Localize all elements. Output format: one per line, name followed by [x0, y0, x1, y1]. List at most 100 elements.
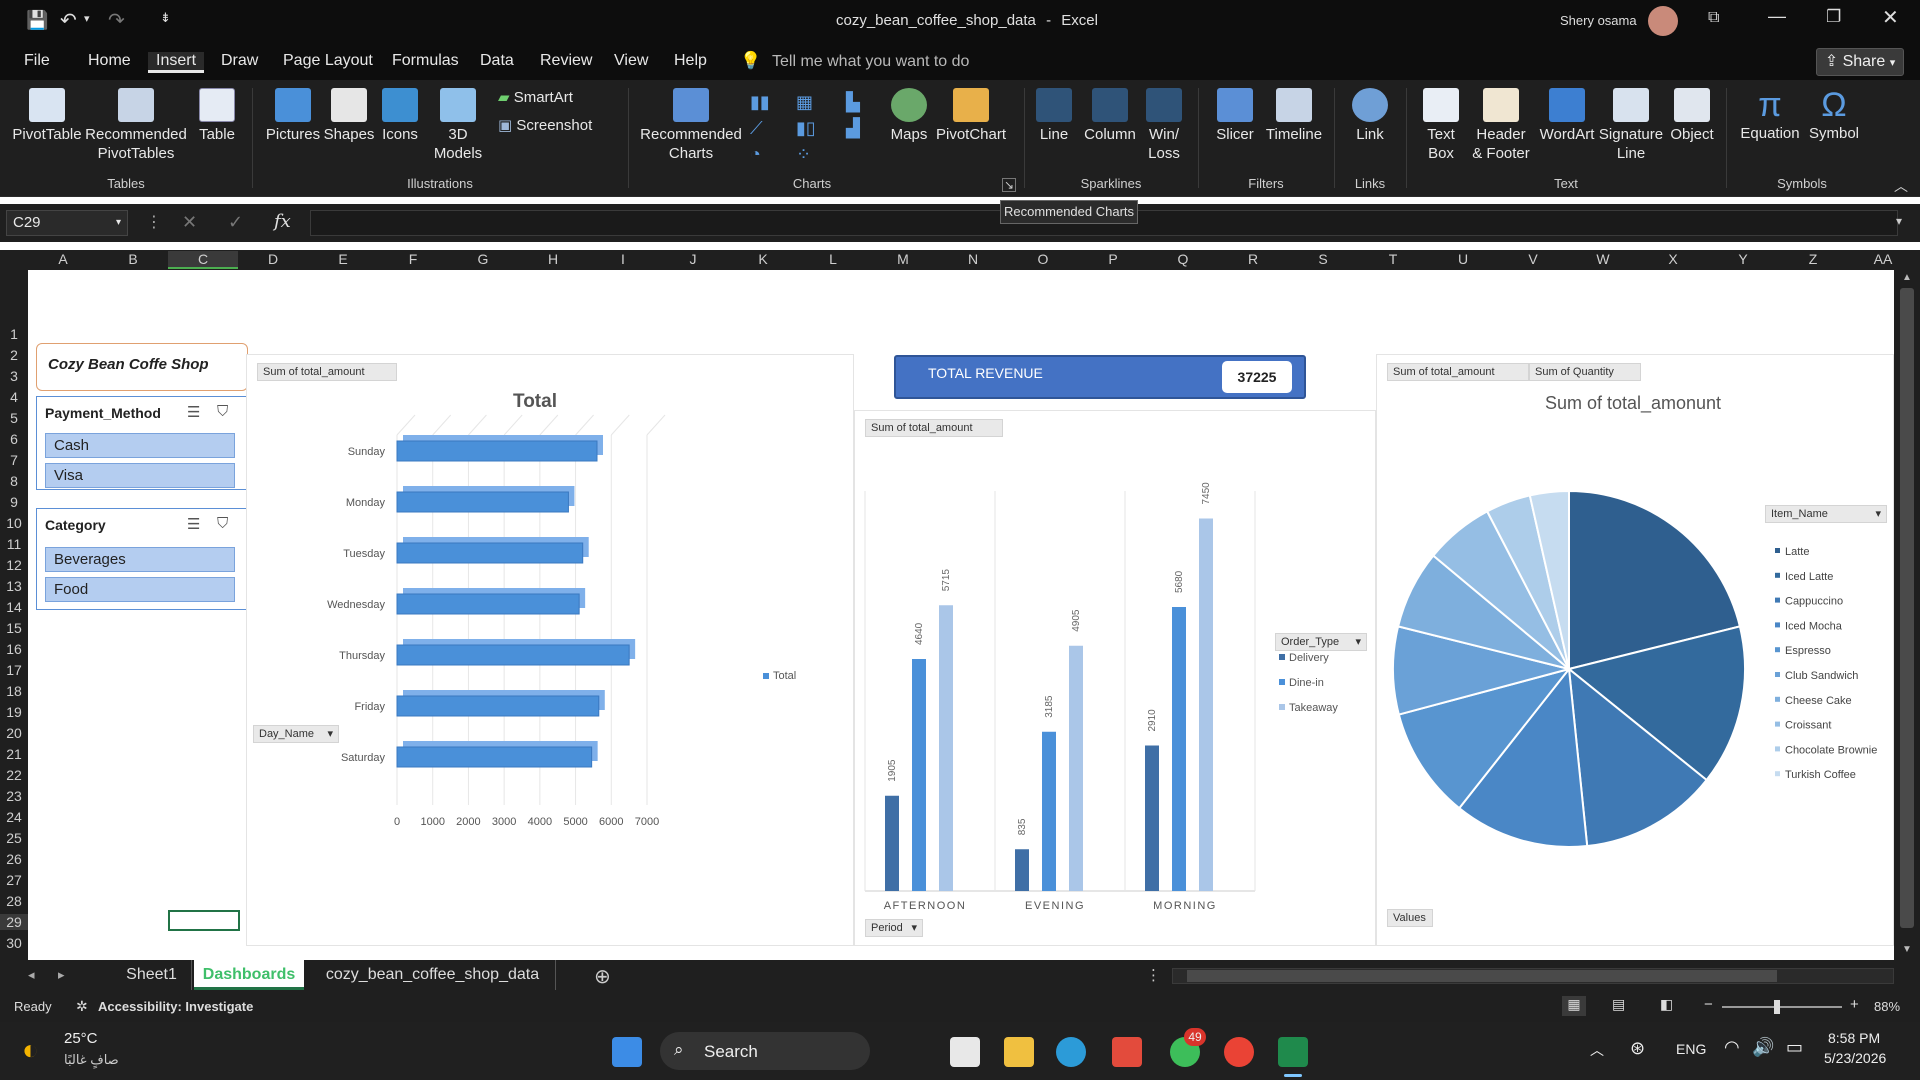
row-header[interactable]: 22	[0, 767, 28, 783]
restore-icon[interactable]: ❐	[1826, 7, 1841, 27]
column-header[interactable]: B	[98, 251, 168, 267]
undo-dropdown-icon[interactable]: ▾	[84, 12, 90, 25]
line-chart-icon[interactable]: ⟋	[750, 118, 763, 139]
sparkline-line-button[interactable]: Line	[1034, 88, 1074, 144]
scatter-chart-icon[interactable]: ⁘	[796, 144, 811, 165]
symbol-button[interactable]: Ω Symbol	[1804, 86, 1864, 143]
scroll-down-icon[interactable]: ▼	[1902, 944, 1912, 955]
row-header[interactable]: 7	[0, 452, 28, 468]
worksheet-grid[interactable]: Cozy Bean Coffe Shop Payment_Method ☰ ⛉ …	[28, 270, 1894, 960]
column-header[interactable]: Y	[1708, 251, 1778, 267]
notes-app-icon[interactable]	[950, 1037, 980, 1067]
sheet-tab-sheet1[interactable]: Sheet1	[112, 960, 192, 990]
pie-chart-icon[interactable]: ◔	[750, 144, 761, 165]
battery-icon[interactable]: ▭	[1786, 1037, 1803, 1058]
period-column-chart[interactable]: Sum of total_amount Period ▾ Order_Type …	[854, 410, 1376, 946]
column-header[interactable]: L	[798, 251, 868, 267]
more-options-icon[interactable]: ⋮	[146, 212, 162, 232]
zoom-in-icon[interactable]: +	[1850, 996, 1859, 1013]
tell-me-box[interactable]: Tell me what you want to do	[772, 53, 969, 71]
3d-models-button[interactable]: 3D Models	[426, 88, 490, 163]
column-header[interactable]: U	[1428, 251, 1498, 267]
wordart-button[interactable]: WordArt	[1536, 88, 1598, 144]
clock-time[interactable]: 8:58 PM	[1828, 1030, 1880, 1046]
header-footer-button[interactable]: Header & Footer	[1468, 88, 1534, 163]
item-pie-chart[interactable]: Sum of total_amount Sum of Quantity Valu…	[1376, 354, 1894, 946]
row-header[interactable]: 14	[0, 599, 28, 615]
slicer-button[interactable]: Slicer	[1210, 88, 1260, 144]
selected-cell[interactable]	[168, 910, 240, 931]
microsoft-store-icon[interactable]	[1112, 1037, 1142, 1067]
row-header[interactable]: 2	[0, 347, 28, 363]
tab-draw[interactable]: Draw	[221, 52, 258, 70]
column-header[interactable]: J	[658, 251, 728, 267]
row-header[interactable]: 27	[0, 872, 28, 888]
scroll-up-icon[interactable]: ▲	[1902, 272, 1912, 283]
column-header[interactable]: I	[588, 251, 658, 267]
sheet-tab-dashboards[interactable]: Dashboards	[194, 960, 304, 990]
multi-select-icon[interactable]: ☰	[187, 403, 200, 421]
row-header[interactable]: 8	[0, 473, 28, 489]
table-button[interactable]: Table	[194, 88, 240, 144]
column-header[interactable]: E	[308, 251, 378, 267]
horizontal-scrollbar-thumb[interactable]	[1187, 970, 1777, 982]
column-header[interactable]: M	[868, 251, 938, 267]
undo-icon[interactable]: ↶	[60, 8, 77, 33]
row-header[interactable]: 17	[0, 662, 28, 678]
excel-icon[interactable]	[1278, 1037, 1308, 1067]
row-header[interactable]: 21	[0, 746, 28, 762]
object-button[interactable]: Object	[1666, 88, 1718, 144]
page-break-view-icon[interactable]: ◧	[1660, 996, 1673, 1013]
zoom-level[interactable]: 88%	[1874, 999, 1900, 1014]
slicer-item-visa[interactable]: Visa	[45, 463, 235, 488]
column-header[interactable]: R	[1218, 251, 1288, 267]
row-header[interactable]: 18	[0, 683, 28, 699]
scroll-tabs-right-icon[interactable]: ▸	[58, 967, 65, 983]
row-header[interactable]: 13	[0, 578, 28, 594]
zoom-slider-thumb[interactable]	[1774, 1000, 1780, 1014]
row-header[interactable]: 26	[0, 851, 28, 867]
minimize-icon[interactable]: —	[1768, 6, 1786, 27]
slicer-item-food[interactable]: Food	[45, 577, 235, 602]
column-header[interactable]: K	[728, 251, 798, 267]
taskbar-search[interactable]: ⌕ Search	[660, 1032, 870, 1070]
slicer-item-beverages[interactable]: Beverages	[45, 547, 235, 572]
cancel-icon[interactable]: ✕	[182, 212, 197, 233]
row-header[interactable]: 4	[0, 389, 28, 405]
tab-review[interactable]: Review	[540, 52, 592, 70]
show-hidden-icons[interactable]: ︿	[1590, 1040, 1604, 1060]
row-header[interactable]: 30	[0, 935, 28, 951]
ribbon-display-icon[interactable]: ⧉	[1708, 9, 1719, 27]
row-header[interactable]: 25	[0, 830, 28, 846]
tab-insert[interactable]: Insert	[148, 52, 205, 73]
add-sheet-icon[interactable]: ⊕	[594, 964, 611, 989]
column-header[interactable]: O	[1008, 251, 1078, 267]
tab-formulas[interactable]: Formulas	[392, 52, 459, 70]
clock-date[interactable]: 5/23/2026	[1824, 1050, 1886, 1066]
sparkline-winloss-button[interactable]: Win/ Loss	[1142, 88, 1186, 163]
tab-view[interactable]: View	[614, 52, 648, 70]
pivottable-button[interactable]: PivotTable	[10, 88, 84, 144]
row-header[interactable]: 10	[0, 515, 28, 531]
smartart-button[interactable]: ▰ SmartArt	[498, 88, 573, 107]
timeline-button[interactable]: Timeline	[1262, 88, 1326, 144]
column-header[interactable]: C	[168, 251, 238, 269]
redo-icon[interactable]: ↷	[108, 8, 125, 33]
expand-formula-icon[interactable]: ▾	[1896, 214, 1902, 228]
tab-help[interactable]: Help	[674, 52, 707, 70]
enter-icon[interactable]: ✓	[228, 212, 243, 233]
text-box-button[interactable]: Text Box	[1416, 88, 1466, 163]
row-header[interactable]: 19	[0, 704, 28, 720]
pictures-button[interactable]: Pictures	[264, 88, 322, 144]
chrome-icon[interactable]	[1224, 1037, 1254, 1067]
equation-button[interactable]: π Equation	[1736, 86, 1804, 143]
normal-view-icon[interactable]: ▦	[1562, 996, 1586, 1016]
multi-select-icon[interactable]: ☰	[187, 515, 200, 533]
wifi-icon[interactable]: ◠	[1724, 1037, 1740, 1058]
customize-qat-icon[interactable]: ⇟	[160, 10, 171, 26]
collapse-ribbon-icon[interactable]: ︿	[1894, 176, 1908, 196]
column-header[interactable]: A	[28, 251, 98, 267]
zoom-out-icon[interactable]: −	[1704, 996, 1713, 1013]
recommended-pivottables-button[interactable]: Recommended PivotTables	[84, 88, 188, 163]
sparkline-column-button[interactable]: Column	[1080, 88, 1140, 144]
